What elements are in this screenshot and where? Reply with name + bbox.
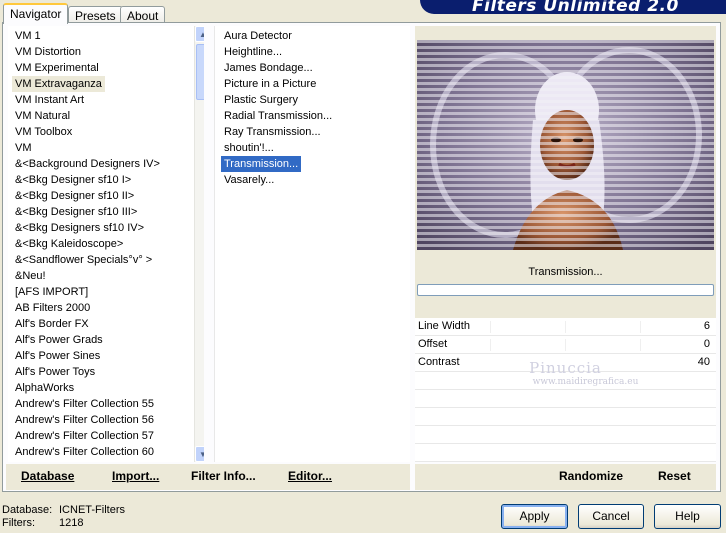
- filter-item[interactable]: shoutin'!...: [221, 140, 277, 156]
- param-line-width[interactable]: Line Width 6: [415, 318, 716, 336]
- category-item[interactable]: &<Sandflower Specials°v° >: [12, 252, 155, 268]
- category-item[interactable]: AlphaWorks: [12, 380, 77, 396]
- param-label: Contrast: [418, 356, 460, 368]
- chevron-down-icon: ▼: [199, 449, 204, 459]
- slider-tick: [565, 321, 566, 333]
- import-button[interactable]: Import...: [112, 469, 159, 483]
- randomize-button[interactable]: Randomize: [559, 469, 623, 483]
- filters-count-label: Filters:: [2, 517, 35, 529]
- filter-item[interactable]: Ray Transmission...: [221, 124, 324, 140]
- filter-info-label: Filter Info...: [191, 469, 256, 483]
- filter-item[interactable]: Transmission...: [219, 155, 303, 173]
- param-empty-row: [415, 408, 716, 426]
- left-toolbar: Database Import... Filter Info... Editor…: [6, 464, 410, 490]
- category-item[interactable]: &Neu!: [12, 268, 49, 284]
- editor-button[interactable]: Editor...: [288, 469, 332, 483]
- param-empty-row: [415, 390, 716, 408]
- status-area: Database: ICNET-Filters Filters: 1218: [2, 504, 125, 530]
- app-title-banner: Filters Unlimited 2.0: [420, 0, 726, 14]
- reset-button[interactable]: Reset: [658, 469, 691, 483]
- help-button[interactable]: Help: [654, 504, 721, 529]
- filter-item[interactable]: Picture in a Picture: [221, 76, 319, 92]
- category-item[interactable]: &<Bkg Designer sf10 II>: [12, 188, 137, 204]
- param-value: 0: [703, 338, 710, 350]
- filter-item[interactable]: Heightline...: [221, 44, 285, 60]
- editor-label: Editor...: [288, 469, 333, 483]
- tab-navigator[interactable]: Navigator: [3, 3, 69, 24]
- category-item[interactable]: &<Bkg Kaleidoscope>: [12, 236, 126, 252]
- category-item[interactable]: Andrew's Filter Collection 55: [12, 396, 157, 412]
- randomize-label: Randomize: [559, 469, 624, 483]
- param-value: 40: [697, 356, 710, 368]
- category-item[interactable]: &<Bkg Designer sf10 I>: [12, 172, 134, 188]
- category-item[interactable]: Andrew's Filter Collection 60: [12, 444, 157, 460]
- scroll-thumb[interactable]: [196, 44, 204, 100]
- category-item[interactable]: AB Filters 2000: [12, 300, 93, 316]
- preview-artwork: [417, 40, 714, 250]
- category-item[interactable]: Andrew's Filter Collection 56: [12, 412, 157, 428]
- filter-item[interactable]: James Bondage...: [221, 60, 316, 76]
- category-item[interactable]: VM Natural: [12, 108, 73, 124]
- database-status-value: ICNET-Filters: [59, 504, 125, 516]
- category-item[interactable]: &<Background Designers IV>: [12, 156, 163, 172]
- category-item[interactable]: VM Extravaganza: [12, 76, 105, 92]
- right-toolbar: Randomize Reset: [415, 464, 716, 490]
- preview-pane: Transmission... Line Width 6 Offset 0 Co…: [415, 26, 716, 462]
- param-label: Line Width: [418, 320, 470, 332]
- database-status-label: Database:: [2, 504, 53, 516]
- filter-item[interactable]: Aura Detector: [221, 28, 295, 44]
- param-empty-row: [415, 372, 716, 390]
- category-item[interactable]: Alf's Power Sines: [12, 348, 103, 364]
- scroll-up-button[interactable]: ▲: [195, 26, 204, 42]
- chevron-up-icon: ▲: [199, 29, 204, 39]
- category-item[interactable]: Alf's Power Toys: [12, 364, 98, 380]
- category-item[interactable]: Andrew's Filter Collection 57: [12, 428, 157, 444]
- slider-tick: [565, 339, 566, 351]
- slider-tick: [490, 321, 491, 333]
- param-label: Offset: [418, 338, 448, 350]
- selected-filter-caption: Transmission...: [528, 266, 603, 278]
- progress-bar: [417, 284, 714, 296]
- scroll-down-button[interactable]: ▼: [195, 446, 204, 462]
- filter-item[interactable]: Plastic Surgery: [221, 92, 301, 108]
- param-offset[interactable]: Offset 0: [415, 336, 716, 354]
- category-item[interactable]: Alf's Border FX: [12, 316, 92, 332]
- category-item[interactable]: VM Distortion: [12, 44, 84, 60]
- category-item[interactable]: [AFS IMPORT]: [12, 284, 91, 300]
- category-item[interactable]: VM 1: [12, 28, 44, 44]
- param-contrast[interactable]: Contrast 40: [415, 354, 716, 372]
- param-empty-row: [415, 444, 716, 462]
- reset-label: Reset: [658, 469, 691, 483]
- filters-count-value: 1218: [59, 517, 84, 529]
- category-list[interactable]: VM 1 VM Distortion VM Experimental VM Extra…: [8, 26, 204, 462]
- filter-item[interactable]: Vasarely...: [221, 172, 277, 188]
- filter-info-button[interactable]: Filter Info...: [191, 469, 256, 483]
- filter-item[interactable]: Radial Transmission...: [221, 108, 335, 124]
- preview-image: [417, 40, 714, 250]
- category-item[interactable]: VM: [12, 140, 35, 156]
- import-label: Import...: [112, 469, 160, 483]
- database-button[interactable]: Database: [21, 469, 74, 483]
- category-item[interactable]: VM Toolbox: [12, 124, 75, 140]
- category-item[interactable]: &<Bkg Designers sf10 IV>: [12, 220, 147, 236]
- category-item[interactable]: VM Experimental: [12, 60, 102, 76]
- category-item[interactable]: Alf's Power Grads: [12, 332, 106, 348]
- category-item[interactable]: VM Instant Art: [12, 92, 87, 108]
- apply-button[interactable]: Apply: [501, 504, 568, 529]
- slider-tick: [640, 321, 641, 333]
- app-title: Filters Unlimited 2.0: [472, 0, 679, 14]
- param-value: 6: [703, 320, 710, 332]
- slider-tick: [640, 339, 641, 351]
- cancel-button[interactable]: Cancel: [578, 504, 644, 529]
- slider-tick: [490, 339, 491, 351]
- database-label: Database: [21, 469, 75, 483]
- param-empty-row: [415, 426, 716, 444]
- category-scrollbar[interactable]: ▲ ▼: [194, 26, 204, 462]
- category-item[interactable]: &<Bkg Designer sf10 III>: [12, 204, 140, 220]
- filter-list[interactable]: Aura Detector Heightline... James Bondage.…: [214, 26, 410, 462]
